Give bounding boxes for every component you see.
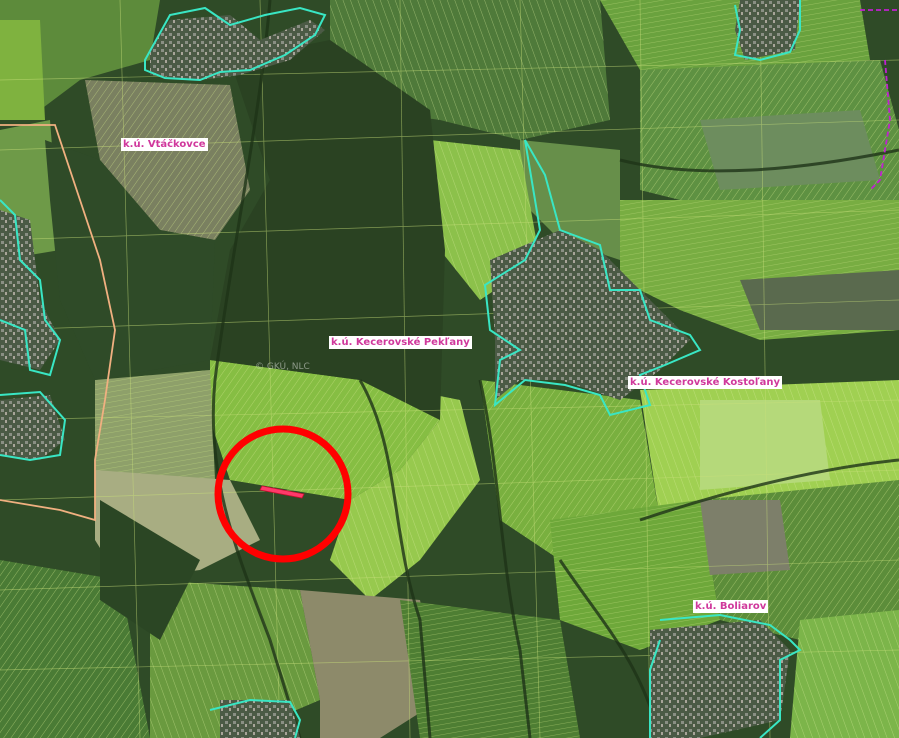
cadastral-label-vtackovce: k.ú. Vtáčkovce: [121, 138, 208, 151]
cadastral-label-boliarov: k.ú. Boliarov: [693, 600, 769, 613]
cadastral-label-kecerovske-peklany: k.ú. Kecerovské Pekľany: [329, 336, 472, 349]
cadastral-map[interactable]: k.ú. Vtáčkovce k.ú. Kecerovské Pekľany k…: [0, 0, 899, 738]
map-background: [0, 0, 899, 738]
map-watermark: © GKÚ, NLC: [255, 362, 310, 372]
cadastral-label-kecerovske-kostolany: k.ú. Kecerovské Kostoľany: [628, 376, 783, 389]
